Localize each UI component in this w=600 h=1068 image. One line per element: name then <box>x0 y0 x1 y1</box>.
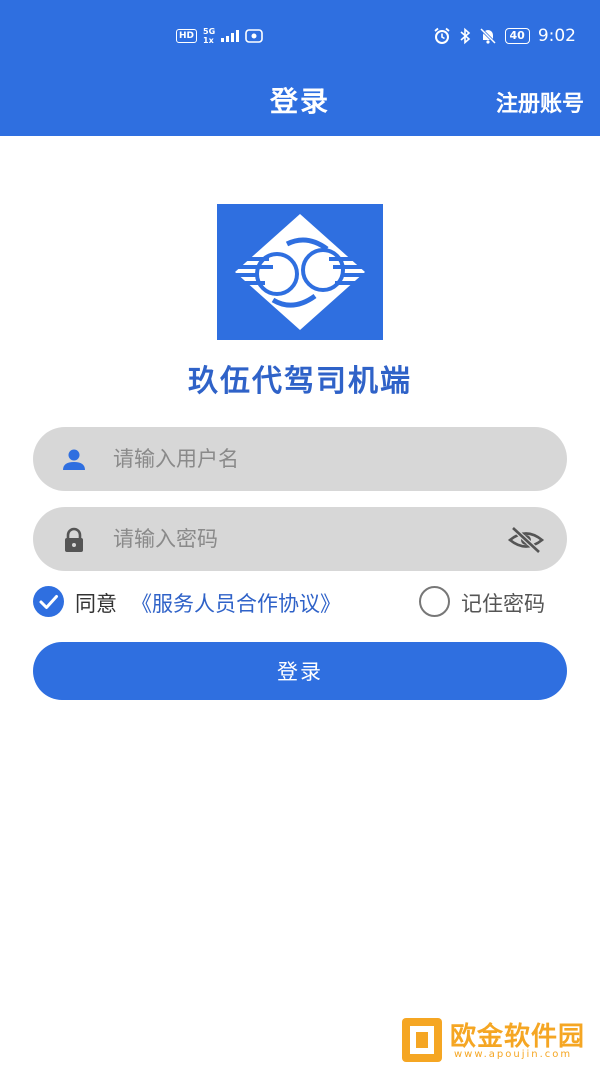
app-name: 玖伍代驾司机端 <box>188 364 412 399</box>
app-logo <box>217 204 383 340</box>
mute-icon <box>479 27 496 45</box>
watermark-text: 欧金软件园 <box>450 1022 586 1052</box>
hotspot-icon <box>245 29 263 43</box>
watermark-url: www.apoujin.com <box>454 1049 573 1060</box>
agreement-link[interactable]: 《服务人员合作协议》 <box>131 588 341 618</box>
network-type: 5G 1x <box>203 27 215 45</box>
title-bar: 登录 注册账号 <box>0 60 600 136</box>
check-icon <box>39 595 58 609</box>
network-label: 5G <box>203 27 216 36</box>
login-button[interactable]: 登录 <box>33 642 567 700</box>
agree-checkbox[interactable] <box>33 586 64 617</box>
remember-password-checkbox[interactable] <box>419 586 450 617</box>
agreement-row: 同意 《服务人员合作协议》 记住密码 <box>33 583 573 619</box>
battery-indicator: 40 <box>504 28 530 44</box>
password-input[interactable] <box>113 507 513 571</box>
clock: 9:02 <box>537 26 576 46</box>
watermark-logo-icon <box>402 1018 442 1062</box>
alarm-icon <box>433 27 450 44</box>
status-left: HD 5G 1x <box>176 26 263 46</box>
agree-label: 同意 <box>75 592 117 616</box>
password-field[interactable] <box>33 507 567 571</box>
hd-indicator: HD <box>176 29 198 43</box>
username-field[interactable] <box>33 427 567 491</box>
signal-icon <box>221 30 240 42</box>
user-icon <box>63 449 85 470</box>
remember-password-label: 记住密码 <box>461 592 545 616</box>
lock-icon <box>65 527 83 552</box>
bluetooth-icon <box>459 27 470 45</box>
register-account-link[interactable]: 注册账号 <box>496 86 584 118</box>
eye-off-icon[interactable] <box>507 525 545 555</box>
app-logo-graphic <box>229 214 373 330</box>
network-sub-label: 1x <box>203 36 214 45</box>
status-right: 40 9:02 <box>433 24 576 48</box>
username-input[interactable] <box>113 427 513 491</box>
watermark: 欧金软件园 www.apoujin.com <box>400 1016 594 1064</box>
status-bar: HD 5G 1x 40 9:02 <box>0 0 600 60</box>
